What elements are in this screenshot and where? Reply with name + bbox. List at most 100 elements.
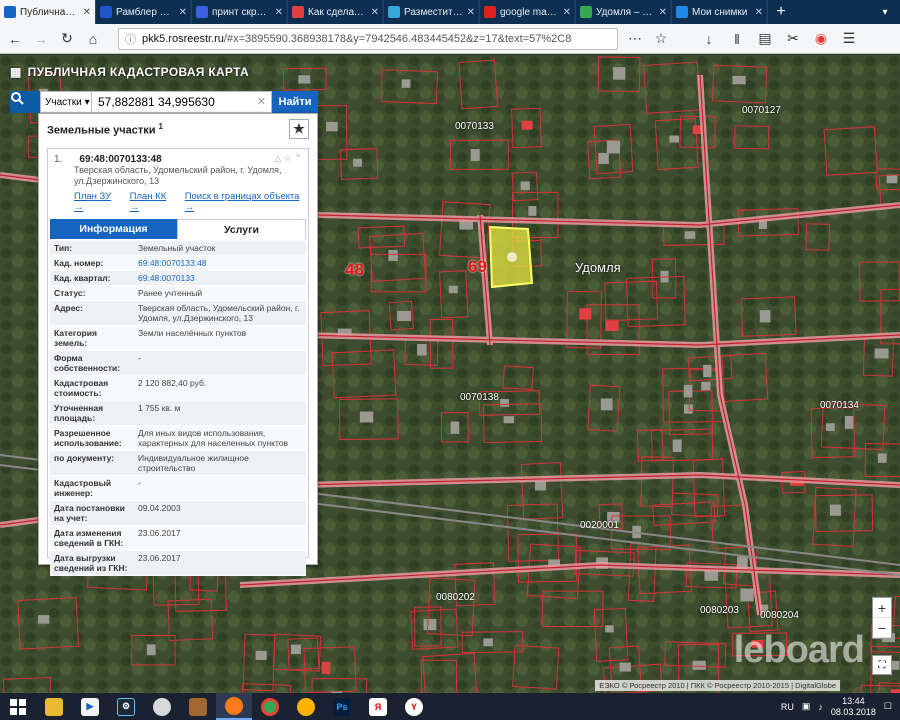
favicon-icon xyxy=(580,6,592,18)
quarter-label: 0080202 xyxy=(436,592,475,603)
new-tab-icon[interactable]: + xyxy=(768,0,794,24)
browser-tab[interactable]: Удомля – Googl✕ xyxy=(576,0,672,24)
house-roof xyxy=(321,661,331,675)
tab-bar: Публичная ка✕Рамблер — мед✕принт скрин к… xyxy=(0,0,900,24)
quarter-label: 0070133 xyxy=(455,121,494,132)
tab-info[interactable]: Информация xyxy=(50,219,177,239)
network-icon[interactable]: ▣ xyxy=(802,701,811,712)
favorite-star-icon[interactable]: ★ xyxy=(289,119,309,139)
downloads-icon[interactable]: ↓ xyxy=(700,30,718,48)
address-bar[interactable]: ⓘ pkk5.rosreestr.ru/#x=3895590.368938178… xyxy=(118,27,618,50)
chrome-icon[interactable] xyxy=(252,693,288,720)
plan-zu-link[interactable]: План ЗУ → xyxy=(74,191,120,213)
house-roof xyxy=(732,75,746,85)
property-value[interactable]: 69:48:0070133:48 xyxy=(134,256,306,270)
close-tab-icon[interactable]: ✕ xyxy=(659,7,667,18)
house-roof xyxy=(255,650,267,660)
language-indicator[interactable]: RU xyxy=(781,702,794,712)
close-tab-icon[interactable]: ✕ xyxy=(371,7,379,18)
clear-icon[interactable]: ✕ xyxy=(257,95,266,108)
library-icon[interactable]: ‖ xyxy=(728,30,746,48)
browser-tab[interactable]: принт скрин как✕ xyxy=(192,0,288,24)
search-input[interactable] xyxy=(92,91,272,113)
sidebar-icon[interactable]: ▤ xyxy=(756,30,774,48)
property-key: Кадастровая стоимость: xyxy=(54,378,109,398)
search-type-select[interactable]: Участки ▾ xyxy=(40,91,92,113)
property-row: Кад. квартал: 69:48:0070133 xyxy=(50,271,306,286)
zoom-out-icon[interactable]: − xyxy=(873,618,891,638)
system-tray: RU ▣ ♪ 13:44 08.03.2018 ☐ xyxy=(781,696,900,718)
reload-icon[interactable]: ↻ xyxy=(58,30,76,48)
browser-tab[interactable]: Мои снимки ✕ xyxy=(672,0,768,24)
search-icon[interactable] xyxy=(10,91,40,113)
property-value: 2 120 882,40 руб. xyxy=(138,378,207,388)
close-tab-icon[interactable]: ✕ xyxy=(467,7,475,18)
notifications-icon[interactable]: ☐ xyxy=(884,701,892,712)
bookmark-star-icon[interactable]: ☆ xyxy=(652,30,670,48)
house-roof xyxy=(397,310,411,321)
zoom-in-icon[interactable]: + xyxy=(873,598,891,618)
house-roof xyxy=(298,75,311,84)
plan-kk-link[interactable]: План КК → xyxy=(130,191,175,213)
house-roof xyxy=(684,231,696,239)
property-key: Кадастровый инженер: xyxy=(54,478,112,498)
favicon-icon xyxy=(196,6,208,18)
browser-tab[interactable]: google maps — Я✕ xyxy=(480,0,576,24)
close-tab-icon[interactable]: ✕ xyxy=(83,7,91,18)
clock[interactable]: 13:44 08.03.2018 xyxy=(831,696,876,718)
property-value: 1 755 кв. м xyxy=(138,403,181,413)
browser-tab[interactable]: Рамблер — мед✕ xyxy=(96,0,192,24)
card-actions-icon[interactable]: △ ☆ ⌃ xyxy=(274,153,302,164)
cad-id[interactable]: 69:48:0070133:48 xyxy=(79,154,161,165)
start-icon[interactable] xyxy=(0,693,36,720)
photoshop-icon[interactable]: Ps xyxy=(324,693,360,720)
map-label-69: 69 xyxy=(468,257,487,276)
browser-tab[interactable]: Как сделать скри✕ xyxy=(288,0,384,24)
tab-services[interactable]: Услуги xyxy=(177,219,306,239)
house-roof xyxy=(388,249,398,261)
house-roof xyxy=(146,644,156,656)
house-roof xyxy=(534,480,546,491)
property-row: Разрешенное использование: Для иных видов… xyxy=(50,426,306,451)
yandex-icon[interactable]: Я xyxy=(360,693,396,720)
quarter-label: 0070127 xyxy=(742,105,781,116)
house-roof xyxy=(470,149,480,162)
fullscreen-icon[interactable]: ⛶ xyxy=(872,655,892,675)
close-tab-icon[interactable]: ✕ xyxy=(563,7,571,18)
property-key: Дата выгрузки сведений из ГКН: xyxy=(54,553,128,573)
close-tab-icon[interactable]: ✕ xyxy=(755,7,763,18)
property-row: Кад. номер: 69:48:0070133:48 xyxy=(50,256,306,271)
home-icon[interactable]: ⌂ xyxy=(84,30,102,48)
property-row: Категория земель: Земли населённых пункто… xyxy=(50,326,306,351)
page-actions-icon[interactable]: ⋯ xyxy=(626,30,644,48)
image-viewer-icon[interactable] xyxy=(180,693,216,720)
screenshot-icon[interactable]: ✂ xyxy=(784,30,802,48)
app-icon[interactable] xyxy=(144,693,180,720)
cadastral-map[interactable]: ▦ ПУБЛИЧНАЯ КАДАСТРОВАЯ КАРТА 48 69 Удом… xyxy=(0,55,900,693)
volume-icon[interactable]: ♪ xyxy=(818,702,823,712)
house-roof xyxy=(483,638,493,647)
search-in-bounds-link[interactable]: Поиск в границах объекта → xyxy=(185,191,302,213)
firefox-icon[interactable] xyxy=(216,693,252,720)
steam-icon[interactable]: ⚙ xyxy=(108,693,144,720)
close-tab-icon[interactable]: ✕ xyxy=(275,7,283,18)
browser-tab[interactable]: Публичная ка ✕ xyxy=(0,0,96,24)
yandex-browser-icon[interactable]: Y xyxy=(396,693,432,720)
close-tab-icon[interactable]: ✕ xyxy=(179,7,187,18)
info-icon[interactable]: ⓘ xyxy=(125,31,136,47)
find-button[interactable]: Найти xyxy=(272,91,318,113)
daemon-tools-icon[interactable] xyxy=(288,693,324,720)
file-explorer-icon[interactable] xyxy=(36,693,72,720)
back-icon[interactable]: ← xyxy=(6,30,24,48)
extension-icon[interactable]: ◉ xyxy=(812,30,830,48)
house-roof xyxy=(703,364,712,378)
house-roof xyxy=(448,285,458,294)
media-player-icon[interactable]: ▶ xyxy=(72,693,108,720)
browser-tab[interactable]: Разместить объ✕ xyxy=(384,0,480,24)
property-value[interactable]: 69:48:0070133 xyxy=(134,271,306,285)
forward-icon[interactable]: → xyxy=(32,30,50,48)
house-roof xyxy=(326,121,338,132)
property-row: Дата выгрузки сведений из ГКН: 23.06.2017 xyxy=(50,551,306,576)
tab-list-icon[interactable]: ▾ xyxy=(870,0,900,24)
menu-icon[interactable]: ☰ xyxy=(840,30,858,48)
